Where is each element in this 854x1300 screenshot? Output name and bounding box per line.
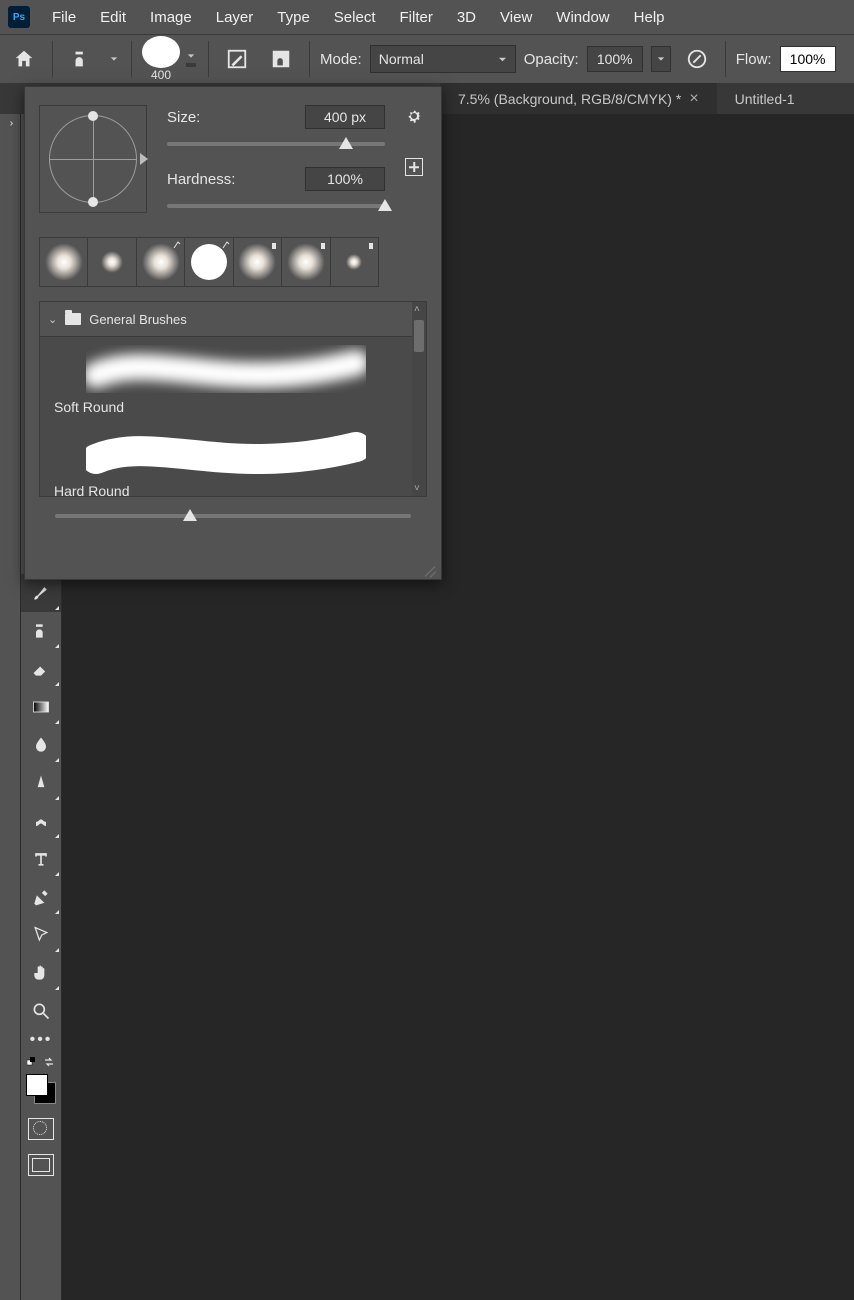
tool-eraser[interactable] (21, 650, 61, 688)
blend-mode-select[interactable]: Normal (370, 45, 516, 73)
size-slider[interactable] (167, 135, 385, 153)
brush-size-label: 400 (151, 68, 171, 82)
opacity-input[interactable]: 100% (587, 46, 643, 72)
brush-name: Hard Round (50, 483, 402, 496)
pressure-opacity-toggle[interactable] (679, 41, 715, 77)
blend-mode-value: Normal (379, 51, 424, 67)
close-tab-icon[interactable]: × (689, 90, 698, 108)
opacity-label: Opacity: (524, 51, 579, 68)
brush-preview-icon (142, 36, 180, 68)
brush-preset-picker[interactable]: 400 (142, 36, 198, 82)
menu-3d[interactable]: 3D (445, 0, 488, 34)
menu-layer[interactable]: Layer (204, 0, 266, 34)
tool-dodge[interactable] (21, 764, 61, 802)
brush-angle-control[interactable] (39, 105, 147, 213)
options-bar: 400 Mode: Normal Opacity: 100% Flow: 100… (0, 34, 854, 83)
brush-library: ⌄ General Brushes Soft Round Hard Round … (39, 301, 427, 497)
hardness-slider[interactable] (167, 197, 385, 215)
tool-type[interactable] (21, 840, 61, 878)
tool-zoom[interactable] (21, 992, 61, 1030)
tool-preset-caret[interactable] (107, 55, 121, 63)
brush-folder-name: General Brushes (89, 312, 187, 327)
home-button[interactable] (6, 41, 42, 77)
opacity-caret[interactable] (651, 46, 671, 72)
edit-toolbar-button[interactable]: ••• (21, 1030, 61, 1050)
recent-brush[interactable] (282, 238, 330, 286)
menu-help[interactable]: Help (622, 0, 677, 34)
menu-filter[interactable]: Filter (388, 0, 445, 34)
brush-preset-panel: Size: 400 px Hardness: 100% (24, 86, 442, 580)
default-colors-icon[interactable] (27, 1057, 37, 1067)
recent-brush[interactable] (40, 238, 88, 286)
tool-path-select[interactable] (21, 916, 61, 954)
quick-mask-toggle[interactable] (28, 1118, 54, 1140)
screen-mode-toggle[interactable] (28, 1154, 54, 1176)
hardness-label: Hardness: (167, 171, 235, 188)
brush-library-scrollbar[interactable]: ˄ ˅ (412, 302, 426, 496)
menu-window[interactable]: Window (544, 0, 621, 34)
panel-collapse-rail[interactable]: ›› (0, 114, 21, 1300)
panel-menu-button[interactable] (405, 107, 423, 128)
scroll-down-icon[interactable]: ˅ (414, 483, 420, 494)
recent-brush[interactable] (88, 238, 136, 286)
resize-grip[interactable] (423, 561, 437, 575)
color-swatches[interactable] (26, 1074, 56, 1104)
document-tab-title: Untitled-1 (735, 91, 795, 107)
brush-stamp-slot (186, 63, 196, 67)
color-replacement-icon[interactable] (263, 41, 299, 77)
menu-select[interactable]: Select (322, 0, 388, 34)
folder-icon (65, 313, 81, 325)
menu-image[interactable]: Image (138, 0, 204, 34)
size-input[interactable]: 400 px (305, 105, 385, 129)
menu-view[interactable]: View (488, 0, 544, 34)
menu-file[interactable]: File (40, 0, 88, 34)
tool-clone-stamp[interactable] (21, 612, 61, 650)
brush-stroke-preview (50, 343, 402, 395)
menu-bar: Ps File Edit Image Layer Type Select Fil… (0, 0, 854, 34)
size-label: Size: (167, 109, 200, 126)
tool-gradient[interactable] (21, 688, 61, 726)
angle-arrow-icon (140, 153, 148, 165)
recent-brush[interactable] (331, 238, 378, 286)
menu-type[interactable]: Type (265, 0, 322, 34)
app-logo: Ps (8, 6, 30, 28)
tool-preset-picker[interactable] (63, 41, 99, 77)
tool-pen[interactable] (21, 878, 61, 916)
brush-list-item[interactable]: Soft Round (40, 337, 412, 421)
menu-edit[interactable]: Edit (88, 0, 138, 34)
new-brush-button[interactable] (405, 158, 423, 176)
brush-preset-caret[interactable] (184, 52, 198, 60)
scroll-up-icon[interactable]: ˄ (414, 304, 420, 315)
tool-blur[interactable] (21, 726, 61, 764)
preview-size-slider[interactable] (55, 507, 411, 525)
document-tab-active[interactable]: 7.5% (Background, RGB/8/CMYK) * × (440, 83, 717, 115)
document-tab-title: 7.5% (Background, RGB/8/CMYK) * (458, 91, 681, 107)
recent-brush[interactable] (137, 238, 185, 286)
tool-smudge[interactable] (21, 802, 61, 840)
tool-hand[interactable] (21, 954, 61, 992)
brush-stroke-preview (50, 427, 402, 479)
swap-colors-icon[interactable] (43, 1056, 55, 1068)
recent-brush[interactable] (234, 238, 282, 286)
flow-input[interactable]: 100% (780, 46, 836, 72)
hardness-input[interactable]: 100% (305, 167, 385, 191)
flow-label: Flow: (736, 51, 772, 68)
recent-brush[interactable] (185, 238, 233, 286)
chevron-down-icon: ⌄ (48, 313, 57, 326)
brush-settings-toggle[interactable] (219, 41, 255, 77)
brush-folder-header[interactable]: ⌄ General Brushes (40, 302, 412, 337)
document-tab[interactable]: Untitled-1 (717, 83, 813, 115)
recent-brushes (39, 237, 379, 287)
brush-list-item[interactable]: Hard Round (40, 421, 412, 496)
brush-name: Soft Round (50, 399, 402, 415)
scrollbar-thumb[interactable] (414, 320, 424, 352)
blend-mode-label: Mode: (320, 51, 362, 68)
foreground-color[interactable] (26, 1074, 48, 1096)
chevron-right-icon: ›› (10, 118, 11, 129)
